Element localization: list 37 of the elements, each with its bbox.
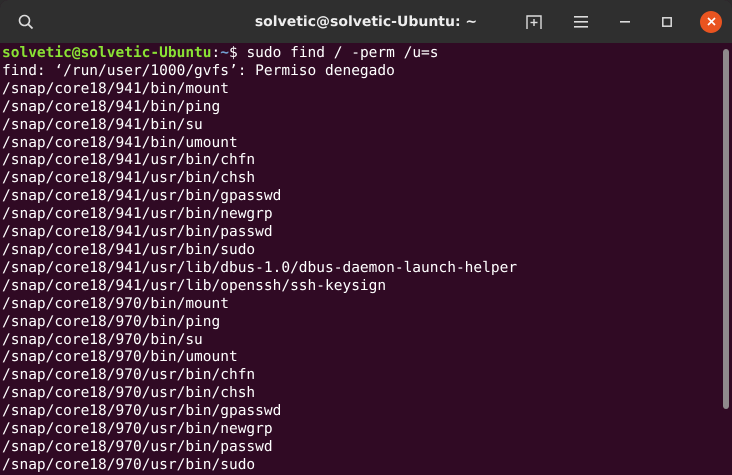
output-line: /snap/core18/970/bin/mount: [2, 296, 229, 312]
output-line: /snap/core18/970/usr/bin/sudo: [2, 456, 256, 473]
close-button[interactable]: [700, 10, 722, 32]
menu-icon: [574, 16, 588, 28]
output-line: /snap/core18/970/bin/su: [2, 332, 203, 348]
new-tab-icon: [526, 14, 542, 30]
maximize-icon: [662, 16, 672, 26]
output-line: /snap/core18/941/bin/umount: [2, 134, 238, 151]
output-line: /snap/core18/941/usr/bin/chsh: [2, 170, 256, 186]
output-line: /snap/core18/941/usr/bin/gpasswd: [2, 188, 282, 204]
close-icon: [706, 17, 716, 26]
output-line: /snap/core18/941/bin/mount: [2, 80, 229, 97]
prompt-user-host: solvetic@solvetic-Ubuntu: [2, 45, 212, 61]
scrollbar-thumb[interactable]: [723, 49, 729, 409]
output-line: /snap/core18/941/usr/bin/chfn: [2, 152, 256, 168]
output-line: /snap/core18/970/usr/bin/gpasswd: [2, 403, 282, 420]
output-line: /snap/core18/941/bin/su: [2, 116, 203, 133]
output-line: /snap/core18/941/usr/bin/passwd: [2, 224, 273, 240]
output-line: /snap/core18/970/usr/bin/chfn: [2, 367, 256, 384]
minimize-icon: [620, 20, 630, 22]
output-line: /snap/core18/970/usr/bin/newgrp: [2, 421, 273, 438]
output-line: /snap/core18/970/bin/ping: [2, 314, 220, 330]
prompt-symbol: $: [228, 45, 238, 61]
output-line: /snap/core18/941/usr/bin/newgrp: [2, 206, 273, 222]
output-line: /snap/core18/970/bin/umount: [2, 349, 238, 366]
output-line: /snap/core18/970/usr/bin/passwd: [2, 438, 273, 455]
prompt-path: ~: [220, 45, 229, 61]
prompt-separator: :: [212, 45, 220, 61]
output-line: /snap/core18/941/bin/ping: [2, 98, 220, 115]
output-line: /snap/core18/941/usr/lib/openssh/ssh-keysign: [2, 278, 386, 294]
output-line: find: ‘/run/user/1000/gvfs’: Permiso denegado: [2, 62, 395, 79]
search-icon: [18, 14, 34, 30]
output-line: /snap/core18/970/usr/bin/chsh: [2, 385, 256, 402]
output-line: /snap/core18/941/usr/lib/dbus-1.0/dbus-daemon-launch-helper: [2, 260, 518, 276]
window-title: solvetic@solvetic-Ubuntu: ~: [254, 14, 478, 30]
output-line: /snap/core18/941/usr/bin/sudo: [2, 242, 256, 258]
command-text: sudo find / -perm /u=s: [246, 45, 439, 61]
